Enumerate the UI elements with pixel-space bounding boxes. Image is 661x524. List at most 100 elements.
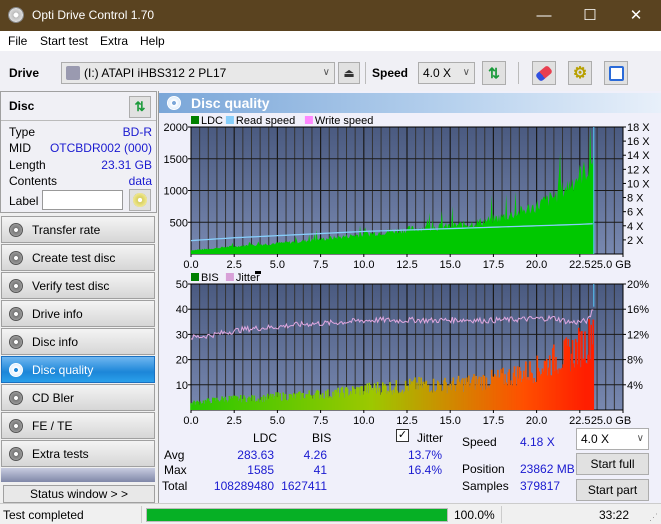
x-tick-label: 0.0 [183, 259, 198, 271]
x-tick-label: 12.5 [396, 259, 417, 271]
x-tick-label: 0.0 [183, 415, 198, 427]
y2-tick-label: 4 X [627, 221, 644, 233]
title-bar: Opti Drive Control 1.70 — ☐ ✕ [0, 0, 661, 31]
menu-help[interactable]: Help [140, 34, 165, 48]
y-tick-label: 2000 [164, 122, 188, 134]
resize-grip-icon[interactable]: ⋰ [649, 512, 658, 523]
settings-button[interactable]: ⚙ [568, 61, 592, 85]
menu-extra[interactable]: Extra [100, 34, 128, 48]
start-part-button[interactable]: Start part [576, 479, 649, 501]
nav-label: Extra tests [32, 447, 89, 461]
ldc-chart: 2000 1500 1000 500 18 X 16 X 14 X 12 X 10 X 8 X 6 … [164, 115, 651, 271]
x-tick-label: 20.0 [526, 415, 547, 427]
y-tick-label: 10 [176, 380, 188, 392]
x-tick-label: 15.0 [439, 415, 460, 427]
disc-panel: Disc ⇅ Type BD-R MID OTCBDR002 (000) Len… [0, 91, 157, 213]
bis-total: 1627411 [281, 479, 327, 493]
divider [501, 506, 502, 523]
x-tick-label: 5.0 [270, 415, 285, 427]
nav-extra-tests[interactable]: Extra tests [1, 440, 155, 467]
jitter-checkbox[interactable]: ✓ [396, 429, 409, 442]
jitter-avg: 13.7% [407, 448, 442, 462]
floppy-disk-icon [608, 65, 624, 81]
drive-select[interactable]: (I:) ATAPI iHBS312 2 PL17 ∨ [61, 62, 335, 84]
nav-label: Transfer rate [32, 223, 101, 237]
refresh-button[interactable]: ⇅ [482, 61, 506, 85]
bis-avg: 4.26 [303, 448, 327, 462]
status-window-button[interactable]: Status window > > [3, 485, 155, 503]
nav-verify-test-disc[interactable]: Verify test disc [1, 272, 155, 299]
x-tick-label: 7.5 [313, 259, 328, 271]
x-tick-label: 17.5 [483, 415, 504, 427]
disc-icon [9, 279, 23, 293]
row-label-total: Total [162, 479, 188, 493]
charts-area: 2000 1500 1000 500 18 X 16 X 14 X 12 X 10 X 8 X 6 … [164, 115, 651, 427]
label-key: Label [9, 194, 39, 208]
x-tick-label: 10.0 [353, 415, 374, 427]
legend-label: LDC [201, 115, 223, 127]
nav-transfer-rate[interactable]: Transfer rate [1, 216, 155, 243]
nav-cd-bler[interactable]: CD Bler [1, 384, 155, 411]
row-label-max: Max [164, 463, 187, 477]
disc-key: Length [9, 158, 46, 172]
y2-tick-label: 8% [627, 355, 643, 367]
test-speed-value: 4.0 X [581, 432, 610, 446]
minimize-button[interactable]: — [521, 0, 567, 31]
eject-button[interactable]: ⏏ [338, 62, 360, 84]
disc-icon [133, 193, 147, 207]
test-speed-select[interactable]: 4.0 X ∨ [576, 428, 649, 450]
nav-label: Disc quality [32, 363, 94, 377]
x-tick-label: 25.0 GB [591, 259, 631, 271]
app-disc-icon [8, 7, 24, 23]
close-button[interactable]: ✕ [613, 0, 659, 31]
progress-bar [146, 508, 448, 522]
refresh-arrows-icon: ⇅ [488, 64, 500, 81]
nav-disc-quality[interactable]: Disc quality [1, 356, 155, 383]
x-tick-label: 20.0 [526, 259, 547, 271]
toolbar-divider [365, 62, 366, 84]
label-disc-button[interactable] [129, 189, 151, 211]
panel-title: Disc quality [191, 95, 270, 111]
disc-icon [9, 363, 23, 377]
x-tick-label: 5.0 [270, 259, 285, 271]
nav-create-test-disc[interactable]: Create test disc [1, 244, 155, 271]
start-full-button[interactable]: Start full [576, 453, 649, 475]
disc-icon [9, 447, 23, 461]
x-tick-label: 12.5 [396, 415, 417, 427]
jitter-label: Jitter [417, 431, 444, 445]
ldc-total: 108289480 [213, 479, 274, 493]
x-tick-label: 15.0 [439, 259, 460, 271]
y-tick-label: 1000 [164, 186, 188, 198]
samples-label: Samples [462, 479, 509, 493]
disc-refresh-button[interactable]: ⇅ [129, 96, 151, 118]
speed-value: 4.18 X [520, 435, 555, 449]
disc-value: BD-R [122, 125, 152, 139]
label-input[interactable] [42, 190, 123, 210]
y2-tick-label: 20% [627, 279, 649, 291]
legend-swatch [191, 116, 199, 124]
save-button[interactable] [604, 61, 628, 85]
nav-disc-info[interactable]: Disc info [1, 328, 155, 355]
ldc-avg: 283.63 [237, 448, 274, 462]
y2-tick-label: 16 X [627, 136, 650, 148]
legend-label: BIS [201, 272, 219, 284]
speed-select[interactable]: 4.0 X ∨ [418, 62, 475, 84]
nav-fe-te[interactable]: FE / TE [1, 412, 155, 439]
menu-bar: File Start test Extra Help [0, 31, 661, 51]
erase-button[interactable] [532, 61, 556, 85]
disc-quality-panel: Disc quality 2000 1500 1000 500 18 X 16 X 14 X… [158, 91, 661, 503]
legend-label: Write speed [315, 115, 374, 127]
maximize-button[interactable]: ☐ [567, 0, 613, 31]
menu-start-test[interactable]: Start test [40, 34, 88, 48]
y2-tick-label: 18 X [627, 122, 650, 134]
bis-jitter-chart: 50 40 30 20 10 20% 16% 12% 8% 4% 0.0 2.5 5.0 7.5 10.0 1… [176, 271, 649, 427]
jitter-max: 16.4% [407, 463, 442, 477]
col-ldc: LDC [253, 431, 278, 445]
x-tick-label: 2.5 [227, 259, 242, 271]
ldc-max: 1585 [247, 463, 274, 477]
nav-drive-info[interactable]: Drive info [1, 300, 155, 327]
legend-swatch [225, 116, 234, 124]
menu-file[interactable]: File [8, 34, 27, 48]
row-label-avg: Avg [164, 448, 185, 462]
y2-tick-label: 16% [627, 304, 649, 316]
